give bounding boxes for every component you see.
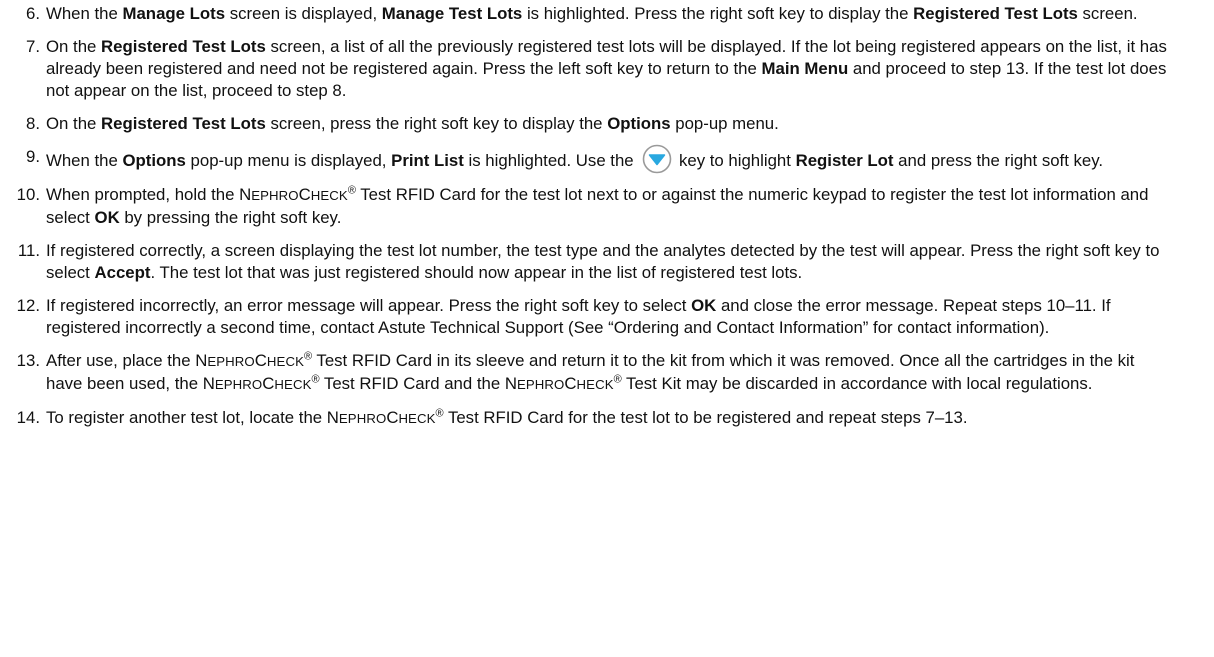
bold-term: Registered Test Lots: [913, 4, 1078, 23]
step-number: 10.: [16, 185, 40, 204]
list-item: 9. When the Options pop-up menu is displa…: [6, 144, 1174, 176]
text-run: pop-up menu.: [670, 114, 779, 133]
text-run: N: [195, 351, 208, 370]
text-run: HECK: [310, 188, 348, 203]
text-run: is highlighted. Use the: [463, 151, 639, 170]
step-number: 12.: [16, 296, 40, 315]
text-run: On the: [46, 37, 102, 56]
text-run: and press the right soft key.: [893, 151, 1104, 170]
text-run: N: [239, 185, 252, 204]
text-run: N: [202, 374, 215, 393]
bold-term: Print List: [391, 151, 464, 170]
bold-term: OK: [94, 208, 120, 227]
step-text: When prompted, hold the NEPHROCHECK® Tes…: [46, 184, 1174, 229]
bold-term: OK: [691, 296, 717, 315]
text-run: by pressing the right soft key.: [119, 208, 342, 227]
step-text: When the Manage Lots screen is displayed…: [46, 3, 1174, 25]
text-run: C: [262, 374, 275, 393]
bold-term: Main Menu: [761, 59, 849, 78]
text-run: When prompted, hold the: [46, 185, 240, 204]
text-run: HECK: [266, 354, 304, 369]
text-run: is highlighted. Press the right soft key…: [522, 4, 914, 23]
step-text: If registered correctly, a screen displa…: [46, 240, 1174, 284]
text-run: Test RFID Card and the: [319, 374, 505, 393]
step-number: 9.: [26, 147, 40, 166]
text-run: EPHRO: [207, 354, 255, 369]
text-run: HECK: [398, 411, 436, 426]
text-run: C: [386, 408, 399, 427]
step-text: If registered incorrectly, an error mess…: [46, 295, 1174, 339]
registered-mark: ®: [435, 407, 444, 420]
text-run: To register another test lot, locate the: [46, 408, 327, 427]
bold-term: Registered Test Lots: [101, 37, 266, 56]
instruction-list: 6. When the Manage Lots screen is display…: [0, 0, 1214, 657]
text-run: HECK: [274, 377, 312, 392]
text-run: EPHRO: [214, 377, 263, 392]
text-run: On the: [46, 114, 102, 133]
text-run: EPHRO: [517, 377, 565, 392]
text-run: Test Kit may be discarded in accordance …: [621, 374, 1093, 393]
text-run: screen.: [1077, 4, 1138, 23]
step-text: On the Registered Test Lots screen, pres…: [46, 113, 1174, 135]
text-run: EPHRO: [338, 411, 387, 426]
list-item: 6. When the Manage Lots screen is display…: [6, 3, 1174, 25]
list-item: 14. To register another test lot, locate …: [6, 407, 1174, 430]
text-run: After use, place the: [46, 351, 196, 370]
bold-term: Manage Lots: [122, 4, 226, 23]
down-arrow-key-icon: [643, 144, 672, 173]
text-run: screen is displayed,: [225, 4, 382, 23]
text-run: N: [326, 408, 339, 427]
step-text: After use, place the NEPHROCHECK® Test R…: [46, 350, 1174, 396]
list-item: 13. After use, place the NEPHROCHECK® Tes…: [6, 350, 1174, 396]
step-text: When the Options pop-up menu is displaye…: [46, 144, 1174, 176]
step-number: 8.: [26, 114, 40, 133]
list-item: 7. On the Registered Test Lots screen, a …: [6, 36, 1174, 102]
bold-term: Registered Test Lots: [101, 114, 266, 133]
list-item: 12. If registered incorrectly, an error m…: [6, 295, 1174, 339]
step-number: 14.: [16, 408, 40, 427]
bold-term: Manage Test Lots: [381, 4, 523, 23]
text-run: key to highlight: [674, 151, 796, 170]
list-item: 10. When prompted, hold the NEPHROCHECK® …: [6, 184, 1174, 229]
text-run: C: [564, 374, 577, 393]
bold-term: Options: [122, 151, 186, 170]
step-number: 6.: [26, 4, 40, 23]
registered-mark: ®: [613, 373, 622, 386]
text-run: N: [504, 374, 518, 393]
text-run: screen, press the right soft key to disp…: [265, 114, 608, 133]
step-text: On the Registered Test Lots screen, a li…: [46, 36, 1174, 102]
step-number: 11.: [17, 241, 40, 260]
bold-term: Register Lot: [795, 151, 894, 170]
bold-term: Accept: [94, 263, 151, 282]
list-item: 11. If registered correctly, a screen dis…: [6, 240, 1174, 284]
step-number: 7.: [26, 37, 40, 56]
text-run: HECK: [576, 377, 614, 392]
bold-term: Options: [607, 114, 671, 133]
registered-mark: ®: [347, 184, 356, 197]
step-text: To register another test lot, locate the…: [46, 407, 1174, 430]
registered-mark: ®: [303, 350, 313, 363]
text-run: EPHRO: [251, 188, 299, 203]
step-number: 13.: [16, 351, 40, 370]
text-run: If registered incorrectly, an error mess…: [46, 296, 692, 315]
text-run: C: [254, 351, 267, 370]
list-item: 8. On the Registered Test Lots screen, pr…: [6, 113, 1174, 135]
text-run: . The test lot that was just registered …: [150, 263, 803, 282]
text-run: When the: [46, 4, 123, 23]
text-run: C: [298, 185, 311, 204]
text-run: Test RFID Card for the test lot to be re…: [443, 408, 968, 427]
text-run: pop-up menu is displayed,: [185, 151, 392, 170]
text-run: When the: [46, 151, 123, 170]
registered-mark: ®: [311, 373, 320, 386]
